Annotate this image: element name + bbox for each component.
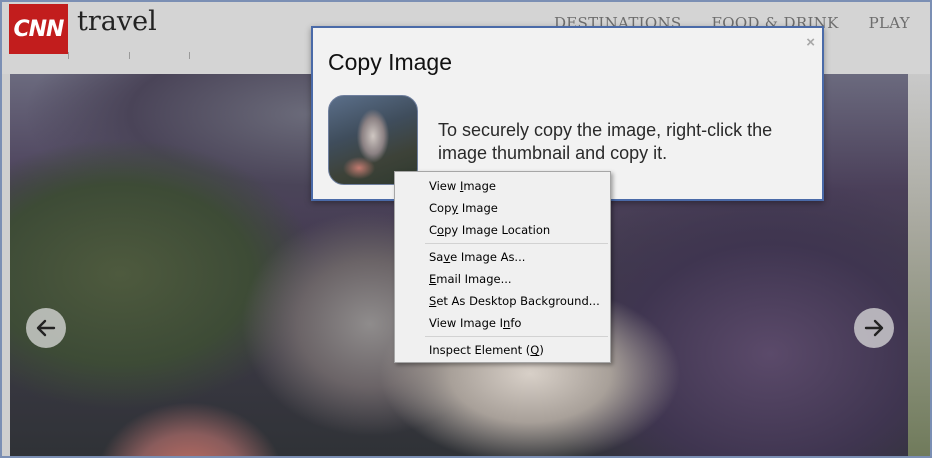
menu-copy-image[interactable]: Copy Image — [395, 197, 610, 219]
context-menu: View Image Copy Image Copy Image Locatio… — [394, 171, 611, 363]
arrow-left-icon — [36, 319, 56, 337]
close-button[interactable]: × — [806, 34, 815, 51]
header-divider — [68, 52, 69, 59]
header-divider — [129, 52, 130, 59]
dialog-title: Copy Image — [328, 49, 453, 75]
menu-separator — [425, 243, 608, 244]
nav-play[interactable]: PLAY — [869, 14, 910, 32]
menu-copy-image-location[interactable]: Copy Image Location — [395, 219, 610, 241]
menu-save-image-as[interactable]: Save Image As... — [395, 246, 610, 268]
menu-separator — [425, 336, 608, 337]
prev-slide-button[interactable] — [26, 308, 66, 348]
menu-set-desktop-background[interactable]: Set As Desktop Background... — [395, 290, 610, 312]
menu-email-image[interactable]: Email Image... — [395, 268, 610, 290]
adjacent-slide-edge — [908, 74, 930, 456]
menu-view-image[interactable]: View Image — [395, 175, 610, 197]
menu-inspect-element[interactable]: Inspect Element (Q) — [395, 339, 610, 361]
header-divider — [189, 52, 190, 59]
dialog-message: To securely copy the image, right-click … — [438, 120, 773, 163]
cnn-logo[interactable]: CNN — [9, 4, 68, 54]
brand-travel[interactable]: travel — [77, 6, 157, 37]
arrow-right-icon — [864, 319, 884, 337]
menu-view-image-info[interactable]: View Image Info — [395, 312, 610, 334]
browser-frame: CNN travel DESTINATIONS FOOD & DRINK PLA… — [0, 0, 932, 458]
next-slide-button[interactable] — [854, 308, 894, 348]
